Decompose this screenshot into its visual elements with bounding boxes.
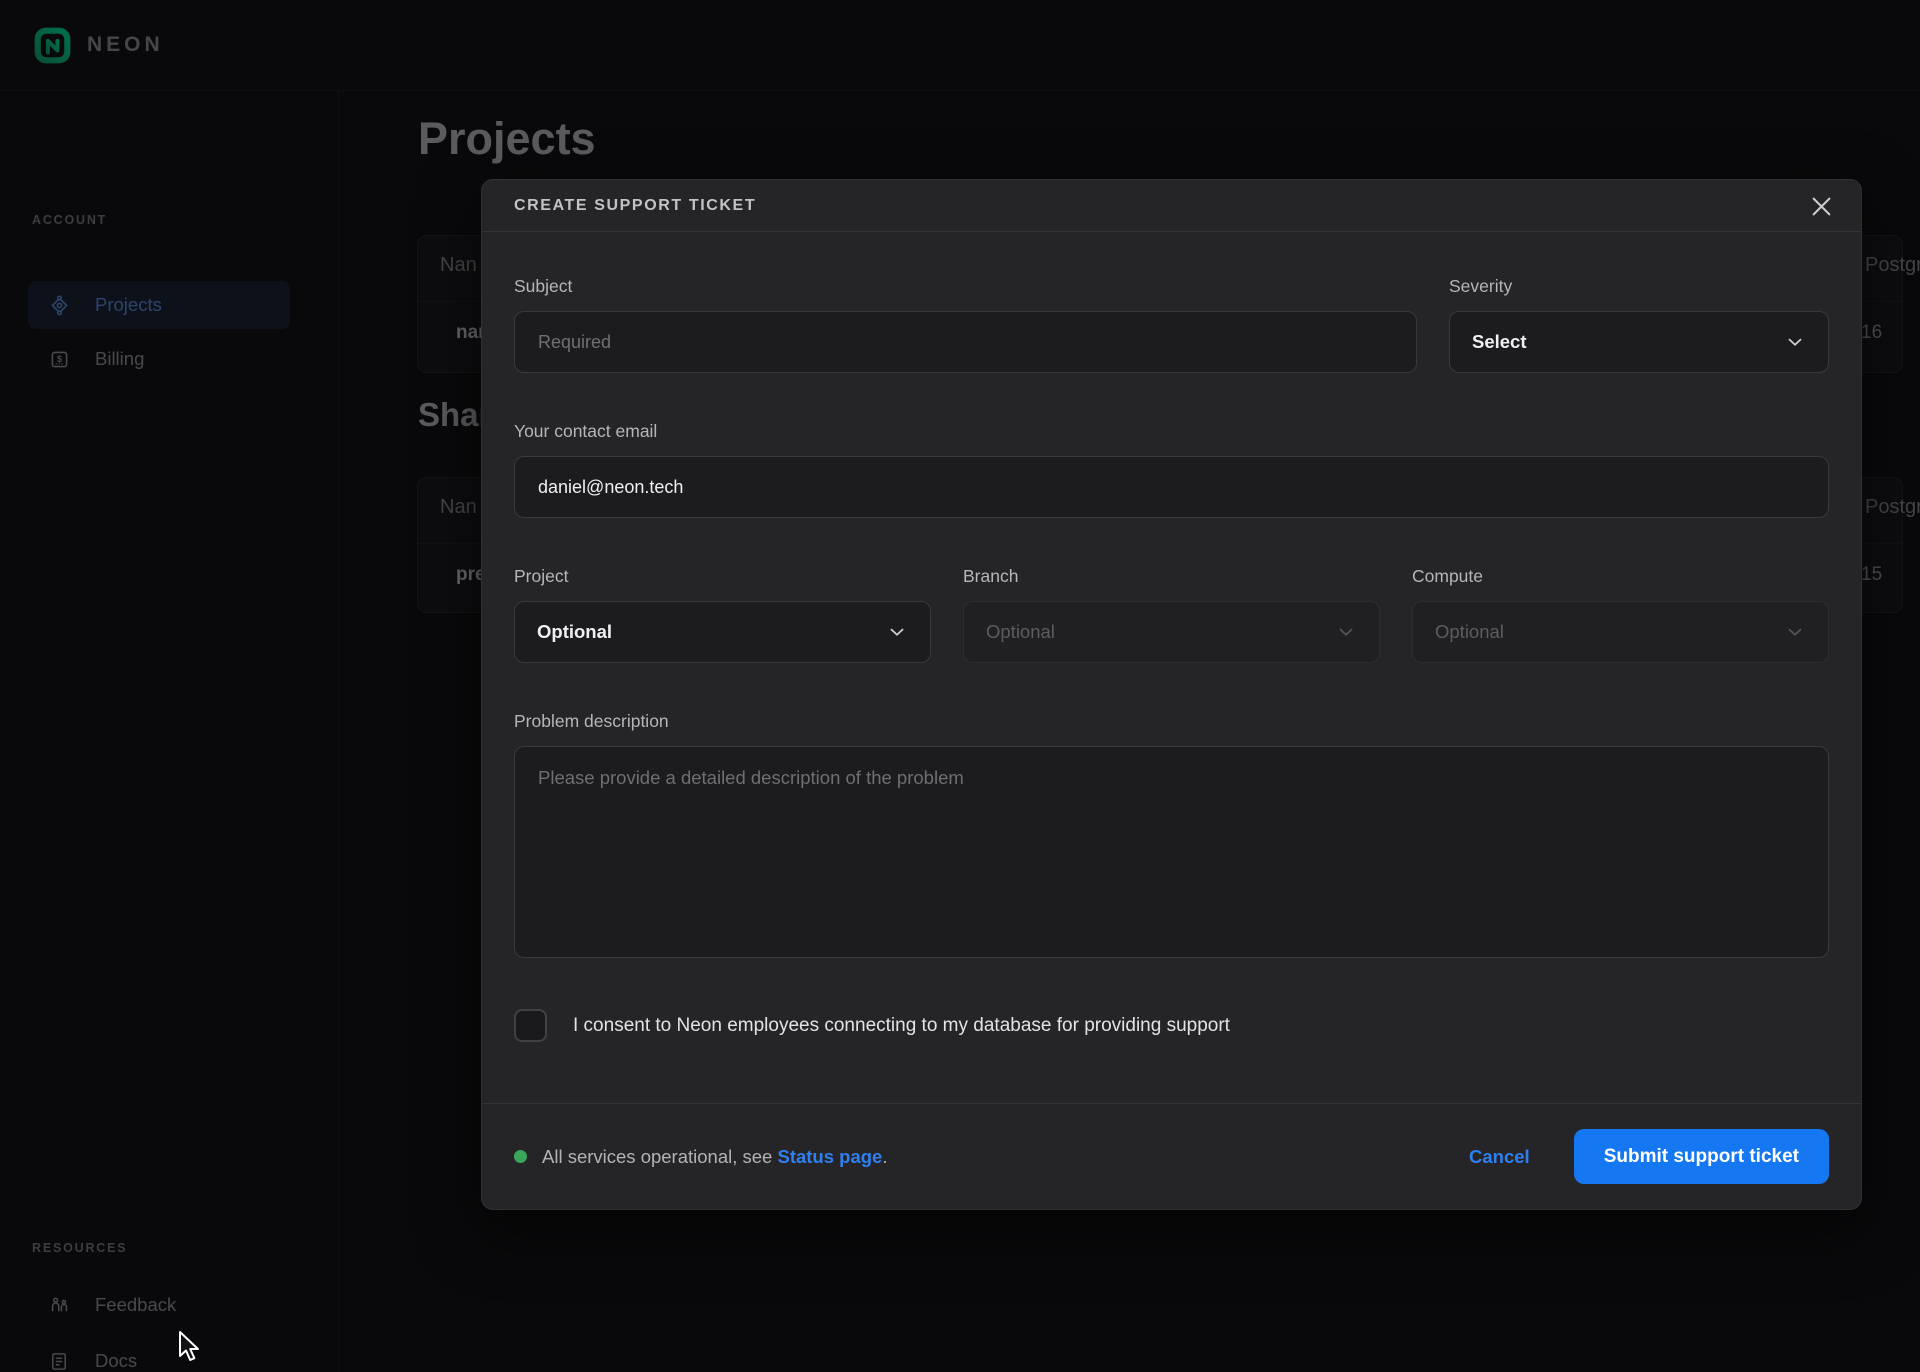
severity-select-value: Select	[1472, 331, 1527, 353]
subject-label: Subject	[514, 276, 1417, 297]
status-dot-icon	[514, 1150, 527, 1163]
project-select-value: Optional	[537, 621, 612, 643]
chevron-down-icon	[1784, 621, 1806, 643]
modal-footer: All services operational, see Status pag…	[482, 1103, 1861, 1209]
chevron-down-icon	[886, 621, 908, 643]
close-icon[interactable]	[1808, 193, 1835, 220]
status-text: All services operational, see Status pag…	[542, 1146, 887, 1168]
branch-select-value: Optional	[986, 621, 1055, 643]
modal-body: Subject Severity Select Your contact ema…	[482, 232, 1861, 1042]
project-label: Project	[514, 566, 931, 587]
compute-select-value: Optional	[1435, 621, 1504, 643]
problem-description-label: Problem description	[514, 711, 1829, 732]
chevron-down-icon	[1335, 621, 1357, 643]
modal-title: CREATE SUPPORT TICKET	[514, 197, 756, 215]
service-status: All services operational, see Status pag…	[514, 1146, 887, 1168]
chevron-down-icon	[1784, 331, 1806, 353]
compute-label: Compute	[1412, 566, 1829, 587]
compute-select: Optional	[1412, 601, 1829, 663]
modal-header: CREATE SUPPORT TICKET	[482, 180, 1861, 232]
app-window: NEON ACCOUNT Projects $ Billing RESOURCE…	[0, 0, 1920, 1372]
project-select[interactable]: Optional	[514, 601, 931, 663]
create-support-ticket-modal: CREATE SUPPORT TICKET Subject Severity S…	[481, 179, 1862, 1210]
contact-email-label: Your contact email	[514, 421, 1829, 442]
consent-label: I consent to Neon employees connecting t…	[573, 1015, 1230, 1037]
cancel-button[interactable]: Cancel	[1469, 1146, 1530, 1168]
consent-checkbox[interactable]	[514, 1009, 547, 1042]
submit-support-ticket-button[interactable]: Submit support ticket	[1574, 1129, 1829, 1184]
severity-select[interactable]: Select	[1449, 311, 1829, 373]
contact-email-input[interactable]	[514, 456, 1829, 518]
branch-select: Optional	[963, 601, 1380, 663]
problem-description-textarea[interactable]	[514, 746, 1829, 958]
status-page-link[interactable]: Status page	[777, 1146, 882, 1167]
subject-input[interactable]	[514, 311, 1417, 373]
branch-label: Branch	[963, 566, 1380, 587]
severity-label: Severity	[1449, 276, 1829, 297]
